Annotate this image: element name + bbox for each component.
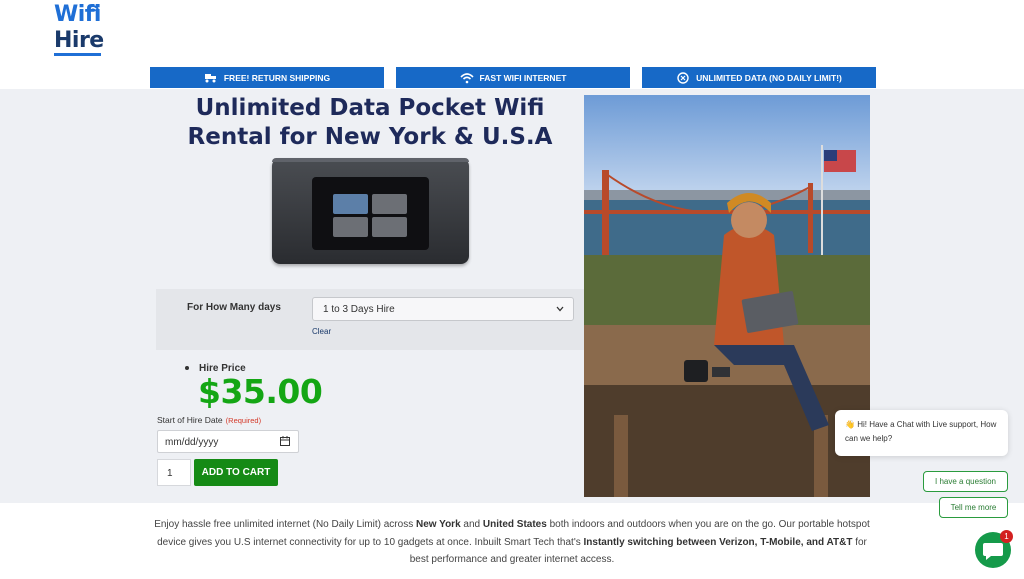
chevron-down-icon [556,306,564,312]
banner-label: UNLIMITED DATA (NO DAILY LIMIT!) [696,72,842,83]
add-to-cart-button[interactable]: ADD TO CART [194,459,278,486]
device-tile-flow [372,217,407,237]
device-screen [312,177,429,250]
logo-wifi-arc-icon [87,5,99,12]
days-select-value: 1 to 3 Days Hire [323,304,395,315]
photo-illustration [584,95,870,497]
chat-tell-more-button[interactable]: Tell me more [939,497,1008,518]
truck-box-icon [204,73,216,82]
banner-unlimited-data: UNLIMITED DATA (NO DAILY LIMIT!) [642,67,876,88]
start-date-label-text: Start of Hire Date [157,415,223,425]
chat-unread-badge: 1 [1000,530,1013,543]
logo-underline [54,53,101,56]
wifi-hire-logo[interactable]: Wifi Hire [54,2,104,56]
site-header: Wifi Hire [0,0,1024,67]
pocket-wifi-device-image [272,158,469,264]
chat-greeting-text: Hi! Have a Chat with Live support, How c… [845,420,997,443]
data-icon [677,71,689,84]
chat-launcher-button[interactable]: 1 [975,530,1013,568]
product-description: Enjoy hassle free unlimited internet (No… [150,516,874,569]
banner-label: FAST WIFI INTERNET [479,72,567,83]
quantity-input[interactable]: 1 [157,459,191,486]
banner-label: FREE! RETURN SHIPPING [223,72,331,83]
product-title: Unlimited Data Pocket Wifi Rental for Ne… [187,95,553,150]
device-edge [272,158,469,162]
hire-options-panel: For How Many days 1 to 3 Days Hire Clear [156,289,584,350]
desc-part-2: and [460,519,483,530]
required-marker: (Required) [225,416,262,425]
wifi-icon [459,72,474,83]
lifestyle-photo [584,95,870,497]
start-date-label: Start of Hire Date (Required) [157,415,261,425]
clear-link[interactable]: Clear [312,327,331,336]
wave-icon: 👋 [845,420,855,429]
calendar-icon[interactable] [280,436,290,446]
chat-greeting-bubble[interactable]: 👋 Hi! Have a Chat with Live support, How… [835,410,1008,456]
date-placeholder: mm/dd/yyyy [165,437,219,448]
desc-part-1: Enjoy hassle free unlimited internet (No… [154,519,416,530]
chat-question-button[interactable]: I have a question [923,471,1008,492]
device-tile-connections [333,194,368,214]
days-select[interactable]: 1 to 3 Days Hire [312,297,574,321]
desc-bold-new-york: New York [415,519,461,530]
logo-line-2: Hire [54,28,104,53]
desc-bold-carriers: Instantly switching between Verizon, T-M… [583,536,853,548]
device-tile-qr [372,194,407,214]
desc-bold-united-states: United States [482,519,547,530]
start-date-input[interactable]: mm/dd/yyyy [157,430,299,453]
hire-price-value: $35.00 [198,372,323,411]
device-tile-network [333,217,368,237]
days-label: For How Many days [187,302,281,313]
banner-free-return-shipping: FREE! RETURN SHIPPING [150,67,384,88]
banner-fast-wifi: FAST WIFI INTERNET [396,67,630,88]
